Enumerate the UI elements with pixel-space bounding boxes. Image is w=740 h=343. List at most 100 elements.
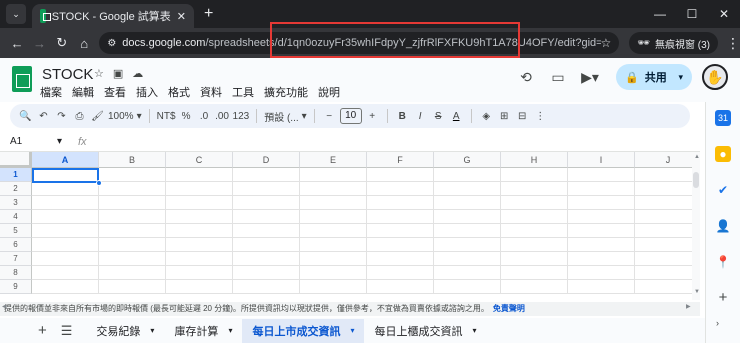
tab-close-icon[interactable]: ✕ [177, 10, 186, 23]
italic-button[interactable]: I [413, 111, 428, 122]
borders-icon[interactable]: ⊞ [497, 111, 512, 122]
sheet-tab-chevron-icon[interactable]: ▾ [472, 326, 476, 335]
fill-color-icon[interactable]: ◈ [479, 111, 494, 122]
formula-input[interactable] [87, 134, 700, 150]
menu-item[interactable]: 資料 [200, 84, 222, 100]
sheet-tab[interactable]: 庫存計算 ▾ [164, 319, 242, 343]
row-header[interactable]: 5 [0, 224, 32, 238]
forward-button[interactable]: → [28, 36, 50, 51]
share-button[interactable]: 🔒 共用 ▾ [616, 64, 692, 90]
sheet-tab-chevron-icon[interactable]: ▾ [350, 326, 354, 335]
tab-search-button[interactable]: ⌄ [6, 4, 26, 24]
percent-format-button[interactable]: % [179, 111, 194, 122]
menu-item[interactable]: 工具 [232, 84, 254, 100]
font-size-increase-button[interactable]: + [365, 111, 380, 122]
increase-decimal-button[interactable]: .00 [215, 111, 230, 122]
scroll-down-arrow-icon[interactable]: ▼ [694, 289, 700, 295]
add-sheet-button[interactable]: + [38, 322, 47, 339]
font-select[interactable]: 預設 (... ▾ [264, 109, 306, 124]
column-header[interactable]: F [367, 152, 434, 168]
all-sheets-button[interactable]: ☰ [61, 323, 73, 339]
column-header[interactable]: D [233, 152, 300, 168]
maps-icon[interactable]: 📍 [715, 254, 731, 270]
maximize-button[interactable]: ☐ [676, 7, 708, 21]
zoom-select[interactable]: 100% ▾ [108, 111, 142, 122]
reload-button[interactable]: ↻ [51, 35, 73, 51]
sheet-tab-chevron-icon[interactable]: ▾ [228, 326, 232, 335]
column-header[interactable]: J [635, 152, 700, 168]
print-icon[interactable]: ⎙ [72, 111, 87, 122]
sheet-tab[interactable]: 每日上市成交資訊 ▾ [242, 318, 365, 343]
row-header[interactable]: 8 [0, 266, 32, 280]
document-title[interactable]: STOCK [42, 66, 93, 83]
decrease-decimal-button[interactable]: .0 [197, 111, 212, 122]
site-info-icon[interactable]: ⚙ [107, 38, 116, 49]
disclaimer-link[interactable]: 免責聲明 [493, 304, 525, 313]
number-format-button[interactable]: 123 [233, 111, 250, 122]
font-size-decrease-button[interactable]: − [322, 111, 337, 122]
name-box[interactable]: A1 ▾ [0, 136, 68, 147]
sheet-tab[interactable]: 交易紀錄 ▾ [86, 319, 164, 343]
menu-item[interactable]: 插入 [136, 84, 158, 100]
incognito-indicator[interactable]: 🕶 無痕視窗 (3) [629, 32, 719, 54]
spreadsheet-grid[interactable]: ABCDEFGHIJ 123456789 [0, 152, 700, 294]
fill-handle[interactable] [96, 180, 102, 186]
menu-item[interactable]: 編輯 [72, 84, 94, 100]
bold-button[interactable]: B [395, 111, 410, 122]
paint-format-icon[interactable]: 🖌 [90, 111, 105, 122]
select-all-corner[interactable] [0, 152, 32, 168]
scroll-up-arrow-icon[interactable]: ▲ [694, 154, 700, 160]
vertical-scrollbar[interactable] [692, 152, 700, 300]
row-header[interactable]: 4 [0, 210, 32, 224]
column-header[interactable]: C [166, 152, 233, 168]
row-header[interactable]: 2 [0, 182, 32, 196]
text-color-button[interactable]: A [449, 111, 464, 122]
browser-tab-stock[interactable]: STOCK - Google 試算表 ✕ [32, 4, 194, 28]
home-button[interactable]: ⌂ [73, 36, 95, 51]
calendar-icon[interactable]: 31 [715, 110, 731, 126]
star-icon[interactable]: ☆ [94, 67, 104, 80]
merge-cells-icon[interactable]: ⊟ [515, 111, 530, 122]
currency-format-button[interactable]: NT$ [157, 111, 176, 122]
get-addons-icon[interactable]: + [715, 290, 731, 306]
menu-item[interactable]: 說明 [318, 84, 340, 100]
menu-item[interactable]: 格式 [168, 84, 190, 100]
column-header[interactable]: G [434, 152, 501, 168]
column-header[interactable]: I [568, 152, 635, 168]
row-header[interactable]: 1 [0, 168, 32, 182]
move-folder-icon[interactable]: ▣ [113, 67, 123, 80]
column-header[interactable]: E [300, 152, 367, 168]
minimize-button[interactable]: — [644, 7, 676, 21]
more-options-button[interactable]: ⋮ [533, 111, 548, 122]
font-size-input[interactable]: 10 [339, 108, 362, 124]
account-avatar[interactable]: ✋ [702, 64, 728, 90]
collapse-side-panel-icon[interactable]: › [716, 318, 719, 328]
menu-item[interactable]: 查看 [104, 84, 126, 100]
strikethrough-button[interactable]: S [431, 111, 446, 122]
row-header[interactable]: 7 [0, 252, 32, 266]
scroll-right-arrow-icon[interactable]: ▶ [686, 303, 691, 310]
version-history-icon[interactable]: ⟲ [510, 69, 542, 86]
close-window-button[interactable]: ✕ [708, 7, 740, 21]
active-cell-a1[interactable] [32, 168, 99, 183]
sheet-tab[interactable]: 每日上櫃成交資訊 ▾ [364, 319, 486, 343]
contacts-icon[interactable]: 👤 [715, 218, 731, 234]
back-button[interactable]: ← [6, 36, 28, 51]
search-menus-icon[interactable]: 🔍 [18, 111, 33, 122]
meet-icon[interactable]: ▶▾ [574, 69, 606, 86]
row-header[interactable]: 9 [0, 280, 32, 294]
column-header[interactable]: A [32, 152, 99, 168]
column-header[interactable]: B [99, 152, 166, 168]
scroll-left-arrow-icon[interactable]: ◀ [2, 303, 7, 310]
keep-icon[interactable]: ● [715, 146, 731, 162]
browser-menu-icon[interactable]: ⋮ [726, 35, 740, 52]
new-tab-button[interactable]: + [204, 5, 213, 23]
column-header[interactable]: H [501, 152, 568, 168]
row-header[interactable]: 3 [0, 196, 32, 210]
share-options-chevron-icon[interactable]: ▾ [678, 72, 683, 83]
sheet-tab-chevron-icon[interactable]: ▾ [150, 326, 154, 335]
menu-item[interactable]: 擴充功能 [264, 84, 308, 100]
sheets-logo-icon[interactable] [12, 66, 32, 92]
undo-icon[interactable]: ↶ [36, 111, 51, 122]
comments-icon[interactable]: ▭ [542, 69, 574, 86]
